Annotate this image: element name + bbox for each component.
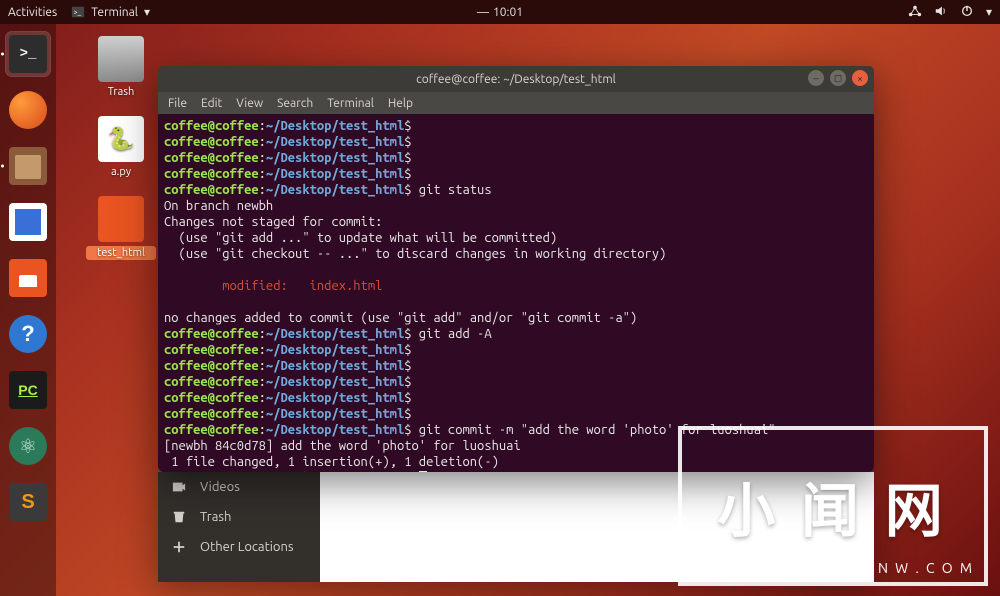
top-bar: Activities >_ Terminal ▾ — 10:01 ▾ [0, 0, 1000, 24]
chevron-down-icon: ▾ [144, 5, 150, 19]
files-sidebar-label: Trash [200, 510, 231, 524]
dock-atom[interactable] [6, 424, 50, 468]
files-sidebar-label: Videos [200, 480, 240, 494]
watermark-sub: X W E N W . C O M [827, 560, 974, 576]
folder-icon [98, 196, 144, 242]
software-center-icon [9, 259, 47, 297]
dock-help[interactable] [6, 312, 50, 356]
menu-file[interactable]: File [168, 97, 187, 110]
desktop-icon-label: test_html [86, 246, 156, 260]
plus-icon [172, 540, 186, 554]
atom-icon [9, 427, 47, 465]
firefox-icon [9, 91, 47, 129]
network-icon[interactable] [908, 4, 922, 21]
launcher-dock [0, 24, 56, 596]
watermark-text: 小 闻 网 [717, 464, 949, 548]
menu-edit[interactable]: Edit [201, 97, 222, 110]
terminal-menubar: File Edit View Search Terminal Help [158, 92, 874, 114]
terminal-window[interactable]: coffee@coffee: ~/Desktop/test_html – ◻ ×… [158, 66, 874, 472]
window-maximize-button[interactable]: ◻ [830, 70, 846, 86]
sublime-icon [9, 483, 47, 521]
pycharm-icon [9, 371, 47, 409]
system-chevron-down-icon[interactable]: ▾ [986, 5, 992, 19]
terminal-small-icon: >_ [71, 5, 85, 19]
videos-icon [172, 480, 186, 494]
power-icon[interactable] [960, 4, 974, 21]
help-icon [9, 315, 47, 353]
desktop-icon-test-html[interactable]: test_html [86, 196, 156, 260]
terminal-icon [9, 35, 47, 73]
desktop-icon-apy[interactable]: a.py [86, 116, 156, 178]
menu-search[interactable]: Search [277, 97, 313, 110]
desktop-icon-label: Trash [86, 86, 156, 98]
activities-button[interactable]: Activities [8, 6, 57, 19]
files-sidebar-videos[interactable]: Videos [158, 472, 320, 502]
trash-icon [98, 36, 144, 82]
clock[interactable]: — 10:01 [477, 6, 523, 19]
menu-view[interactable]: View [236, 97, 263, 110]
trash-small-icon [172, 510, 186, 524]
dock-software[interactable] [6, 256, 50, 300]
watermark: 小 闻 网 X W E N W . C O M [678, 426, 988, 586]
terminal-output[interactable]: coffee@coffee:~/Desktop/test_html$ coffe… [158, 114, 874, 472]
dock-libreoffice[interactable] [6, 200, 50, 244]
terminal-title: coffee@coffee: ~/Desktop/test_html [416, 73, 616, 86]
app-menu-label: Terminal [91, 6, 138, 19]
desktop-icon-trash[interactable]: Trash [86, 36, 156, 98]
files-icon [9, 147, 47, 185]
volume-icon[interactable] [934, 4, 948, 21]
dock-sublime[interactable] [6, 480, 50, 524]
svg-text:>_: >_ [74, 9, 82, 17]
libreoffice-writer-icon [9, 203, 47, 241]
dock-files[interactable] [6, 144, 50, 188]
clock-time: 10:01 [493, 6, 523, 19]
files-sidebar-other[interactable]: Other Locations [158, 532, 320, 562]
menu-help[interactable]: Help [388, 97, 413, 110]
window-minimize-button[interactable]: – [808, 70, 824, 86]
dock-firefox[interactable] [6, 88, 50, 132]
dock-terminal[interactable] [6, 32, 50, 76]
python-file-icon [98, 116, 144, 162]
window-close-button[interactable]: × [852, 70, 868, 86]
files-sidebar-label: Other Locations [200, 540, 294, 554]
menu-terminal[interactable]: Terminal [327, 97, 374, 110]
clock-dash: — [477, 6, 489, 19]
files-sidebar-trash[interactable]: Trash [158, 502, 320, 532]
terminal-titlebar[interactable]: coffee@coffee: ~/Desktop/test_html – ◻ × [158, 66, 874, 92]
dock-pycharm[interactable] [6, 368, 50, 412]
app-menu[interactable]: >_ Terminal ▾ [71, 5, 150, 19]
desktop-icon-label: a.py [86, 166, 156, 178]
files-sidebar: Videos Trash Other Locations [158, 472, 320, 582]
